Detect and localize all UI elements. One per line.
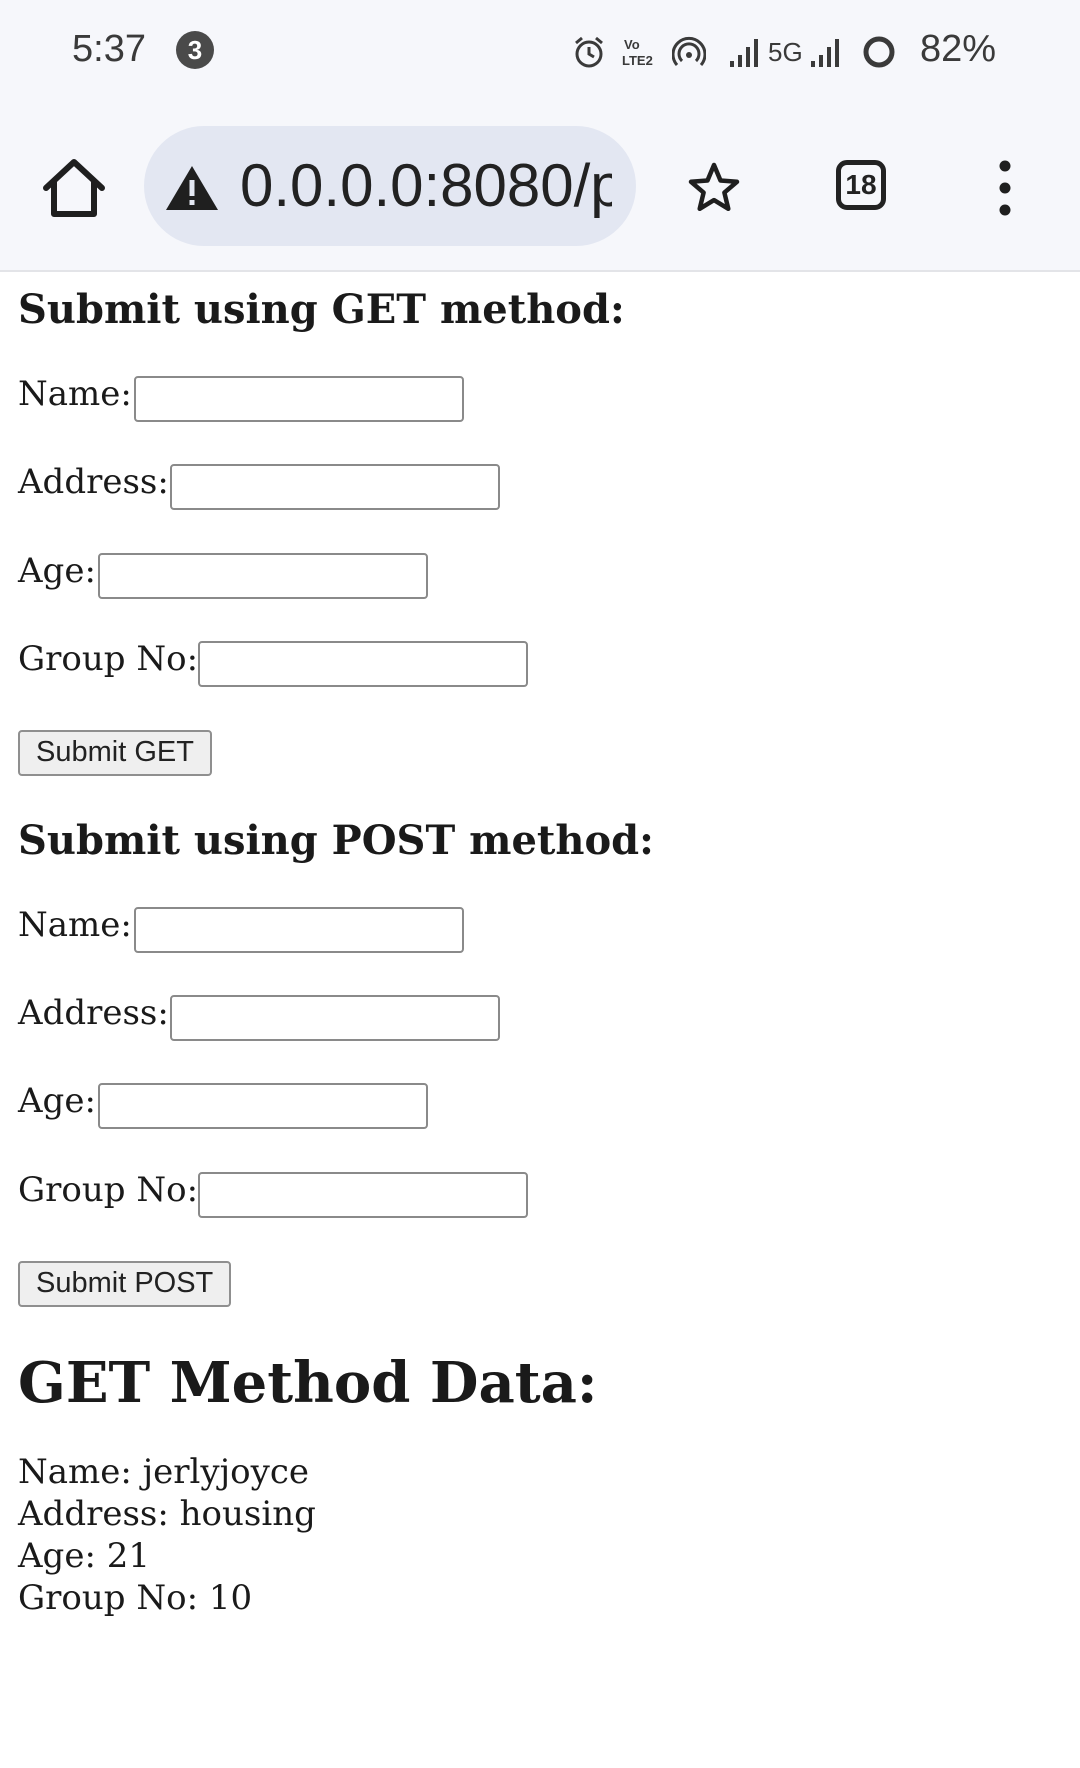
post-address-input[interactable] [170,995,500,1041]
battery-percent: 82% [920,28,997,70]
get-data-title: GET Method Data: [18,1350,598,1416]
get-address-input[interactable] [170,464,500,510]
get-data-age: Age: 21 [18,1536,150,1576]
status-icons: Vo LTE2 5G [572,30,897,74]
star-icon [688,162,740,212]
get-form-title: Submit using GET method: [18,286,625,333]
browser-toolbar: 0.0.0.0:8080/p 18 [0,108,1080,272]
more-vert-icon [999,160,1011,216]
status-bar: 5:37 3 Vo LTE2 5G 82% [0,0,1080,108]
post-name-input[interactable] [134,907,464,953]
get-group-input[interactable] [198,641,528,687]
post-address-label: Address: [18,993,169,1033]
tabs-button[interactable]: 18 [836,160,886,210]
notification-count-badge: 3 [176,31,214,69]
post-form-title: Submit using POST method: [18,817,654,864]
post-name-label: Name: [18,905,132,945]
tab-count: 18 [845,169,877,200]
post-group-label: Group No: [18,1170,199,1210]
submit-post-button[interactable]: Submit POST [18,1261,232,1307]
post-age-label: Age: [18,1081,96,1121]
bookmark-button[interactable] [686,160,742,216]
get-age-input[interactable] [98,553,428,599]
get-data-address: Address: housing [18,1494,316,1534]
alarm-icon [572,35,606,69]
post-age-input[interactable] [98,1083,428,1129]
home-icon [43,159,105,217]
get-name-label: Name: [18,374,132,414]
warning-icon[interactable] [164,164,220,212]
submit-get-button[interactable]: Submit GET [18,730,212,776]
signal-icon [809,35,843,69]
svg-text:LTE2: LTE2 [622,53,653,68]
get-data-name: Name: jerlyjoyce [18,1452,310,1492]
url-text[interactable]: 0.0.0.0:8080/p [240,154,612,218]
home-button[interactable] [38,152,110,224]
get-group-label: Group No: [18,639,199,679]
status-time: 5:37 [72,28,146,70]
volte-icon: Vo LTE2 [620,35,660,69]
get-data-group: Group No: 10 [18,1578,253,1618]
address-bar[interactable]: 0.0.0.0:8080/p [144,126,636,246]
svg-text:Vo: Vo [624,37,640,52]
more-menu-button[interactable] [990,158,1020,218]
signal-icon [728,35,762,69]
post-group-input[interactable] [198,1172,528,1218]
get-address-label: Address: [18,462,169,502]
hotspot-icon [672,35,706,69]
network-type-label: 5G [768,36,803,67]
get-name-input[interactable] [134,376,464,422]
get-age-label: Age: [18,551,96,591]
battery-ring-icon [861,34,897,70]
